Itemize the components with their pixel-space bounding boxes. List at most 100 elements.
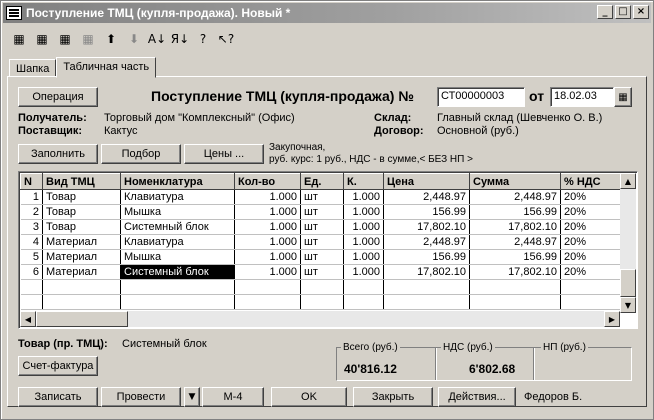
table-cell-qty[interactable]: 1.000	[234, 234, 301, 250]
help-icon[interactable]: ?	[193, 29, 213, 49]
table-cell-k[interactable]: 1.000	[343, 234, 384, 250]
table-cell-qty[interactable]: 1.000	[234, 189, 301, 205]
table-cell-k[interactable]: 1.000	[343, 249, 384, 265]
table-cell-vat[interactable]: 20%	[560, 264, 621, 280]
move-down-icon[interactable]: ⬇	[124, 29, 144, 49]
vertical-scrollbar[interactable]: ▲ ▼	[620, 173, 636, 313]
date-field[interactable]: 18.02.03	[550, 87, 614, 107]
col-header-vat[interactable]: % НДС	[560, 173, 621, 190]
table-cell-n[interactable]: 2	[20, 204, 43, 220]
col-header-n[interactable]: N	[20, 173, 43, 190]
table-row[interactable]: 2 Товар Мышка 1.000 шт 1.000 156.99 156.99 20%	[20, 204, 621, 220]
table-cell-item[interactable]: Системный блок	[120, 219, 235, 235]
table-cell-sum[interactable]: 156.99	[469, 204, 561, 220]
sort-desc-icon[interactable]: Я↓	[170, 29, 190, 49]
table-cell-n[interactable]: 1	[20, 189, 43, 205]
horizontal-scroll-thumb[interactable]	[36, 311, 128, 327]
table-row[interactable]: 6 Материал Системный блок 1.000 шт 1.000 17,80…	[20, 264, 621, 280]
post-dropdown-icon[interactable]: ▼	[184, 387, 200, 407]
table-cell-sum[interactable]: 17,802.10	[469, 264, 561, 280]
table-cell-unit[interactable]: шт	[300, 189, 344, 205]
table-cell-n[interactable]: 6	[20, 264, 43, 280]
col-header-unit[interactable]: Ед.	[300, 173, 344, 190]
table-cell-vat[interactable]: 20%	[560, 219, 621, 235]
items-table[interactable]: N Вид ТМЦ Номенклатура Кол-во Ед. К. Цен…	[18, 171, 638, 329]
table-cell-qty[interactable]: 1.000	[234, 204, 301, 220]
table-cell-vat[interactable]: 20%	[560, 189, 621, 205]
scroll-down-icon[interactable]: ▼	[620, 297, 636, 313]
table-cell-item[interactable]: Мышка	[120, 249, 235, 265]
table-cell-vat[interactable]: 20%	[560, 234, 621, 250]
table-cell-k[interactable]: 1.000	[343, 219, 384, 235]
recipient-value[interactable]: Торговый дом "Комплексный" (Офис)	[104, 112, 295, 124]
new-row-icon[interactable]: ▦	[9, 29, 29, 49]
table-cell-qty[interactable]: 1.000	[234, 249, 301, 265]
fill-button[interactable]: Заполнить	[18, 144, 98, 164]
close-document-button[interactable]: Закрыть	[353, 387, 433, 407]
horizontal-scrollbar[interactable]: ◀ ▶	[20, 311, 620, 327]
table-cell-price[interactable]: 17,802.10	[383, 264, 470, 280]
table-cell-sum[interactable]: 2,448.97	[469, 234, 561, 250]
col-header-sum[interactable]: Сумма	[469, 173, 561, 190]
supplier-value[interactable]: Кактус	[104, 125, 138, 137]
scroll-left-icon[interactable]: ◀	[20, 311, 36, 327]
table-cell-type[interactable]: Товар	[42, 189, 121, 205]
table-cell-sum[interactable]: 17,802.10	[469, 219, 561, 235]
table-row[interactable]: 5 Материал Мышка 1.000 шт 1.000 156.99 156.99 20…	[20, 249, 621, 265]
col-header-k[interactable]: К.	[343, 173, 384, 190]
table-cell-item[interactable]: Мышка	[120, 204, 235, 220]
col-header-price[interactable]: Цена	[383, 173, 470, 190]
operation-button[interactable]: Операция	[18, 87, 98, 107]
table-row[interactable]: 4 Материал Клавиатура 1.000 шт 1.000 2,448.97 2…	[20, 234, 621, 250]
table-cell-unit[interactable]: шт	[300, 204, 344, 220]
table-cell-price[interactable]: 2,448.97	[383, 234, 470, 250]
delete-row-icon[interactable]: ▦	[55, 29, 75, 49]
table-cell-n[interactable]: 5	[20, 249, 43, 265]
col-header-qty[interactable]: Кол-во	[234, 173, 301, 190]
table-cell-k[interactable]: 1.000	[343, 264, 384, 280]
table-cell-price[interactable]: 156.99	[383, 204, 470, 220]
doc-number-field[interactable]: СТ00000003	[437, 87, 525, 107]
save-button[interactable]: Записать	[18, 387, 98, 407]
scroll-right-icon[interactable]: ▶	[604, 311, 620, 327]
table-cell-unit[interactable]: шт	[300, 234, 344, 250]
ok-button[interactable]: OK	[271, 387, 347, 407]
table-cell-vat[interactable]: 20%	[560, 249, 621, 265]
table-cell-price[interactable]: 2,448.97	[383, 189, 470, 205]
select-button[interactable]: Подбор	[101, 144, 181, 164]
actions-button[interactable]: Действия...	[438, 387, 516, 407]
table-cell-price[interactable]: 17,802.10	[383, 219, 470, 235]
table-cell-item[interactable]: Системный блок	[120, 264, 235, 280]
table-cell-type[interactable]: Материал	[42, 249, 121, 265]
table-cell-sum[interactable]: 156.99	[469, 249, 561, 265]
table-cell-k[interactable]: 1.000	[343, 204, 384, 220]
table-cell-price[interactable]: 156.99	[383, 249, 470, 265]
tab-header[interactable]: Шапка	[9, 59, 57, 77]
copy-row-icon[interactable]: ▦	[78, 29, 98, 49]
table-cell-item[interactable]: Клавиатура	[120, 189, 235, 205]
post-button[interactable]: Провести	[101, 387, 181, 407]
invoice-button[interactable]: Счет-фактура	[18, 356, 98, 376]
m4-button[interactable]: М-4	[202, 387, 264, 407]
context-help-icon[interactable]: ↖?	[216, 29, 236, 49]
vertical-scroll-thumb[interactable]	[620, 269, 636, 297]
move-up-icon[interactable]: ⬆	[101, 29, 121, 49]
table-cell-qty[interactable]: 1.000	[234, 264, 301, 280]
table-cell-n[interactable]: 4	[20, 234, 43, 250]
table-cell-type[interactable]: Материал	[42, 234, 121, 250]
table-cell-unit[interactable]: шт	[300, 249, 344, 265]
calendar-icon[interactable]: ▦	[614, 87, 632, 107]
table-cell-type[interactable]: Товар	[42, 219, 121, 235]
scroll-up-icon[interactable]: ▲	[620, 173, 636, 189]
contract-value[interactable]: Основной (руб.)	[437, 125, 519, 137]
table-cell-type[interactable]: Товар	[42, 204, 121, 220]
table-cell-type[interactable]: Материал	[42, 264, 121, 280]
add-row-icon[interactable]: ▦	[32, 29, 52, 49]
table-cell-n[interactable]: 3	[20, 219, 43, 235]
sort-asc-icon[interactable]: A↓	[147, 29, 167, 49]
table-row[interactable]: 3 Товар Системный блок 1.000 шт 1.000 17,802.1…	[20, 219, 621, 235]
table-cell-k[interactable]: 1.000	[343, 189, 384, 205]
table-cell-vat[interactable]: 20%	[560, 204, 621, 220]
table-cell-unit[interactable]: шт	[300, 264, 344, 280]
col-header-type[interactable]: Вид ТМЦ	[42, 173, 121, 190]
